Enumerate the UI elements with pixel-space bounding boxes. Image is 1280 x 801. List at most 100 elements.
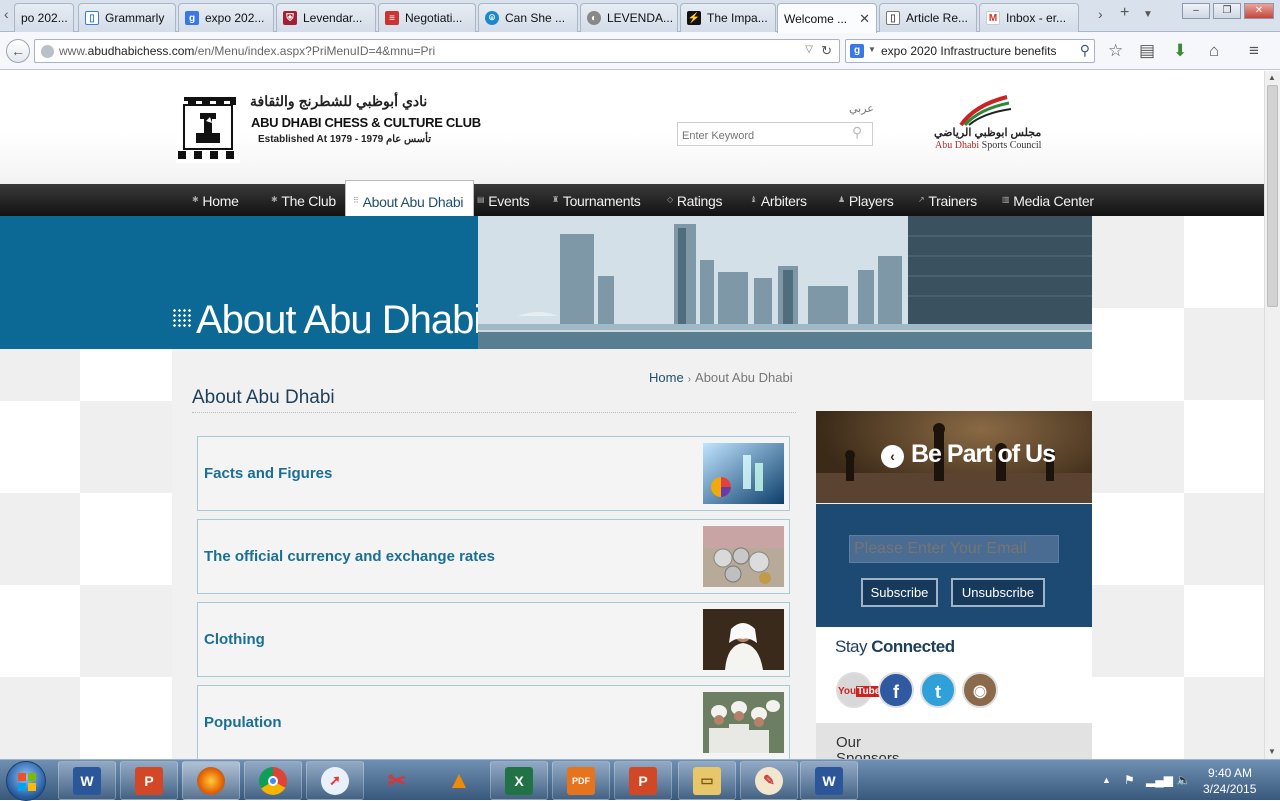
site-identity-icon[interactable] [41,45,54,58]
card-currency[interactable]: The official currency and exchange rates [197,519,790,594]
media-icon: ▥ [1002,195,1010,204]
taskbar-excel[interactable]: X [490,761,548,800]
tab-label: Grammarly [105,11,165,25]
search-icon[interactable]: ⚲ [852,124,862,141]
volume-icon[interactable]: 🔈 [1176,773,1191,787]
taskbar-word-2[interactable]: W [800,761,858,800]
instagram-icon[interactable]: ◉ [962,672,998,708]
start-button[interactable] [6,761,46,801]
browser-tab[interactable]: ⌾ Can She ... [478,3,578,32]
breadcrumb-separator-icon: › [687,374,692,385]
taskbar-pdf[interactable]: PDF [552,761,610,800]
twitter-icon[interactable]: t [920,672,956,708]
gmail-icon: M [986,11,1000,25]
taskbar-paint[interactable]: ✎ [740,761,798,800]
browser-tab[interactable]: ⚡ The Impa... [680,3,776,32]
address-bar[interactable]: www.abudhabichess.com/en/Menu/index.aspx… [34,39,840,63]
menu-item-about-abu-dhabi[interactable]: ⠿ About Abu Dhabi [345,180,475,216]
email-field[interactable] [849,535,1059,563]
scrollbar-thumb[interactable] [1267,85,1278,307]
sports-council-logo[interactable] [955,95,1013,127]
bookmark-star-icon[interactable]: ☆ [1108,41,1123,61]
restore-icon[interactable]: ❐ [1213,3,1241,19]
card-title[interactable]: Facts and Figures [204,437,332,510]
close-window-icon[interactable]: ✕ [1244,3,1274,19]
search-bar[interactable]: g ▼ expo 2020 Infrastructure benefits ⚲ [845,39,1095,63]
menu-item-players[interactable]: ♟ Players [838,184,894,216]
vertical-scrollbar[interactable]: ▲ ▼ [1264,71,1280,759]
arabic-language-link[interactable]: عربي [849,102,874,115]
card-population[interactable]: Population [197,685,790,759]
reload-icon[interactable]: ↻ [821,43,832,59]
tab-scroll-left-icon[interactable]: ‹ [4,6,9,22]
tab-label: expo 202... [205,11,265,25]
minimize-icon[interactable]: – [1182,3,1210,19]
chess-club-logo[interactable] [176,91,240,163]
history-dropdown-icon[interactable]: ▽ [805,44,813,55]
menu-icon[interactable]: ≡ [1249,41,1259,61]
show-hidden-icons-icon[interactable]: ▲ [1102,775,1111,785]
download-icon[interactable]: ⬇ [1173,41,1187,61]
unsubscribe-button[interactable]: Unsubscribe [951,578,1045,607]
emirati-man-image [703,609,784,670]
new-tab-icon[interactable]: + [1120,4,1129,22]
arrow-left-icon[interactable]: ‹ [881,445,904,468]
home-icon[interactable]: ⌂ [1209,41,1219,61]
taskbar-snipping-tool[interactable]: ✂ [368,761,426,800]
clock-date[interactable]: 3/24/2015 [1203,782,1256,796]
card-title[interactable]: Clothing [204,603,265,676]
browser-tab-strip: ‹ po 202... ▯ Grammarly g expo 202... ⛨ … [0,0,1280,33]
scroll-down-icon[interactable]: ▼ [1268,747,1276,756]
clock-time[interactable]: 9:40 AM [1208,766,1252,780]
google-icon[interactable]: g [850,44,864,58]
taskbar-powerpoint-2[interactable]: P [614,761,672,800]
card-title[interactable]: Population [204,686,282,759]
search-icon[interactable]: ⚲ [1080,42,1090,59]
card-title[interactable]: The official currency and exchange rates [204,520,495,593]
menu-item-trainers[interactable]: ↗ Trainers [918,184,977,216]
subscribe-button[interactable]: Subscribe [861,578,938,607]
card-facts-and-figures[interactable]: Facts and Figures [197,436,790,511]
be-part-of-us-label[interactable]: Be Part of Us [911,440,1056,469]
back-icon[interactable]: ← [6,39,30,63]
menu-item-media-center[interactable]: ▥ Media Center [1002,184,1094,216]
menu-item-tournaments[interactable]: ♜ Tournaments [552,184,641,216]
breadcrumb: Home › About Abu Dhabi [649,370,793,385]
taskbar-vlc[interactable]: ▲ [430,761,488,800]
breadcrumb-home-link[interactable]: Home [649,370,684,385]
menu-item-ratings[interactable]: ◇ Ratings [667,184,723,216]
browser-tab-active[interactable]: Welcome ... ✕ [777,3,877,33]
network-icon[interactable]: ▂▄▆ [1146,773,1173,787]
browser-tab[interactable]: ◐ LEVENDA... [580,3,678,32]
facebook-icon[interactable]: f [878,672,914,708]
youtube-icon[interactable]: YouTube [836,672,882,708]
scroll-up-icon[interactable]: ▲ [1268,73,1276,82]
bookmarks-menu-icon[interactable]: ▤ [1139,41,1155,61]
taskbar-chrome[interactable] [244,761,302,800]
menu-item-events[interactable]: ▤ Events [477,184,530,216]
card-clothing[interactable]: Clothing [197,602,790,677]
browser-tab[interactable]: ▯ Article Re... [879,3,977,32]
browser-tab[interactable]: g expo 202... [178,3,274,32]
menu-item-arbiters[interactable]: ♝ Arbiters [750,184,807,216]
taskbar-word[interactable]: W [58,761,116,800]
taskbar-powerpoint[interactable]: P [120,761,178,800]
browser-tab[interactable]: M Inbox - er... [979,3,1079,32]
browser-tab[interactable]: ⛨ Levendar... [276,3,376,32]
taskbar-firefox[interactable] [182,761,240,800]
banner-title: About Abu Dhabi [196,298,482,342]
browser-tab[interactable]: ▯ Grammarly [78,3,176,32]
taskbar-safari[interactable]: ➚ [306,761,364,800]
tab-scroll-right-icon[interactable]: › [1098,6,1103,22]
list-tabs-icon[interactable]: ▼ [1143,9,1153,20]
browser-tab[interactable]: ≡ Negotiati... [378,3,476,32]
menu-item-home[interactable]: ✱ Home [192,184,239,216]
taskbar-explorer[interactable]: ▭ [678,761,736,800]
engine-dropdown-icon[interactable]: ▼ [868,45,876,54]
tab-close-icon[interactable]: ✕ [859,11,870,27]
menu-item-the-club[interactable]: ✱ The Club [271,184,336,216]
flag-icon[interactable]: ⚑ [1124,773,1135,787]
keyword-search-input[interactable] [677,122,873,146]
browser-tab[interactable]: po 202... [14,3,74,32]
traffic-cone-icon: ▲ [447,766,471,794]
